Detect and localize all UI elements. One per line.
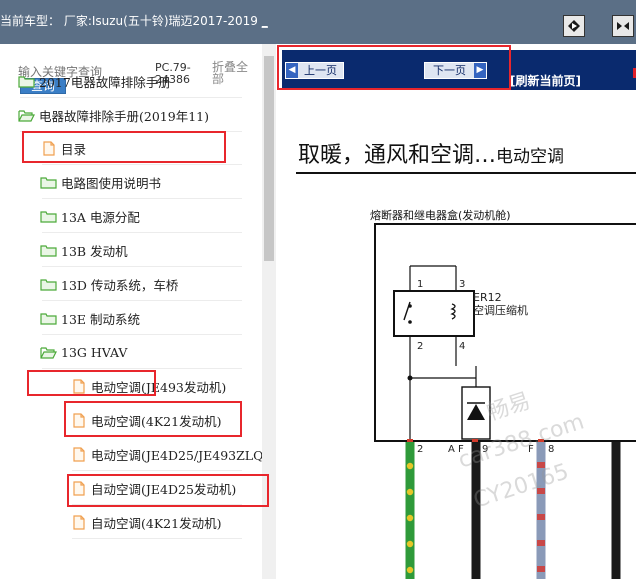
tree-separator [42,232,242,233]
tree-item[interactable]: 电路图使用说明书 [40,171,161,193]
fold-all-link[interactable]: 折叠全部 [212,61,252,85]
current-vehicle-label: 当前车型： 厂家:Isuzu(五十铃)瑞迈2017-2019 _ [0,12,268,29]
tree-separator [42,334,242,335]
document-viewer: ◀ 上一页 下一页 ▶ [刷新当前页] 取暖，通风和空调…电动空调 熔断器和继电… [276,44,636,579]
document-icon [70,514,87,530]
pin-label-4: 4 [459,341,466,352]
relay-coil [450,303,456,320]
top-bar: 当前车型： 厂家:Isuzu(五十铃)瑞迈2017-2019 _ [0,0,636,44]
tree-item[interactable]: 13D 传动系统，车桥 [40,273,178,295]
scroll-thumb[interactable] [264,56,274,261]
nav-button-2[interactable] [612,15,634,37]
tree-item[interactable]: 自动空调(4K21发动机) [70,511,221,533]
tree-item[interactable]: 电动空调(JE493发动机) [70,375,226,397]
junction-dot [407,375,413,381]
tree-item[interactable]: 自动空调(JE4D25发动机) [70,477,236,499]
wiring-diagram [374,223,636,579]
tree-item-label: 电动空调(4K21发动机) [91,413,222,429]
tree-item-label: 13A 电源分配 [61,209,140,225]
relay-name: ER12 [473,291,502,304]
pin-label-2: 2 [417,341,424,352]
pin-label-1: 1 [417,279,424,290]
right-arrow-icon: ▶ [474,63,486,78]
next-page-button[interactable]: 下一页 ▶ [424,62,487,79]
tree-item[interactable]: 13G HVAV [40,341,127,363]
relay-desc: 空调压缩机 [473,304,528,317]
pin-label-3: 3 [459,279,466,290]
tree-separator [20,131,242,132]
tree-item-label: 2017电器故障排除手册 [39,74,171,90]
vehicle-suffix: _ [261,14,268,28]
title-small: 电动空调 [496,147,565,167]
left-arrow-icon: ◀ [286,63,298,78]
tree-item[interactable]: 目录 [40,137,86,159]
tree-separator [42,266,242,267]
sidebar: 查询 PC.79-24386 折叠全部 2017电器故障排除手册电器故障排除手册… [0,44,276,579]
tree-item-label: 13G HVAV [61,344,128,360]
tree-item-label: 13D 传动系统，车桥 [61,277,179,293]
tree-item-label: 自动空调(JE4D25发动机) [91,481,237,497]
document-icon [70,480,87,496]
page-title: 取暖，通风和空调…电动空调 [298,137,564,169]
double-arrow-icon [617,22,629,30]
diamond-arrow-icon [568,20,580,32]
tree-separator [72,538,242,539]
diode-triangle [467,404,485,420]
tree-item-label: 13E 制动系统 [61,311,141,327]
prev-page-button[interactable]: ◀ 上一页 [285,62,344,79]
tree-item[interactable]: 电动空调(4K21发动机) [70,409,221,431]
tree-separator [72,402,242,403]
document-icon [70,378,87,394]
refresh-page-link[interactable]: [刷新当前页] [510,72,581,89]
prev-page-label: 上一页 [304,64,337,77]
switch-contact-top [408,304,412,308]
next-page-label: 下一页 [433,64,466,77]
tree-item[interactable]: 13E 制动系统 [40,307,140,329]
tree-item-label: 电器故障排除手册(2019年11) [39,108,209,124]
tree-separator [20,97,242,98]
title-main: 取暖，通风和空调… [298,143,497,168]
relay-label: ER12 空调压缩机 [473,291,528,317]
document-icon [70,446,87,462]
tree-item[interactable]: 电动空调(JE4D25/JE493ZLQ发 [70,443,276,465]
vehicle-text: 当前车型： 厂家:Isuzu(五十铃)瑞迈2017-2019 [0,14,258,28]
tree-item[interactable]: 13A 电源分配 [40,205,140,227]
folder-icon [40,277,57,292]
tree-separator [42,300,242,301]
tree-item-label: 电动空调(JE493发动机) [91,379,227,395]
folder-icon [40,175,57,190]
folder-icon [18,74,35,89]
tree-item-label: 电路图使用说明书 [61,175,162,191]
tree-separator [72,504,242,505]
tree-separator [42,164,242,165]
sidebar-scrollbar[interactable] [262,44,276,579]
folder-icon [40,209,57,224]
folder-icon [40,243,57,258]
document-icon [40,140,57,156]
folder-open-icon [18,108,35,123]
tree-item-label: 自动空调(4K21发动机) [91,515,222,531]
nav-button-1[interactable] [563,15,585,37]
tree-separator [42,198,242,199]
tree-item-label: 目录 [61,141,87,157]
bottom-pin-2: 2 [417,444,424,455]
tree-separator [42,368,242,369]
tree-separator [72,436,242,437]
tree-item-label: 13B 发动机 [61,243,128,259]
switch-contact-bottom [408,320,412,324]
tree-separator [72,470,242,471]
page-nav-bar: ◀ 上一页 下一页 ▶ [刷新当前页] [282,50,636,90]
folder-open-icon [40,345,57,360]
title-rule [296,172,636,174]
tree-item-label: 电动空调(JE4D25/JE493ZLQ发 [91,447,276,463]
folder-icon [40,311,57,326]
tree-item[interactable]: 电器故障排除手册(2019年11) [18,104,209,126]
document-icon [70,412,87,428]
tree-item[interactable]: 13B 发动机 [40,239,128,261]
tree-item[interactable]: 2017电器故障排除手册 [18,70,171,92]
